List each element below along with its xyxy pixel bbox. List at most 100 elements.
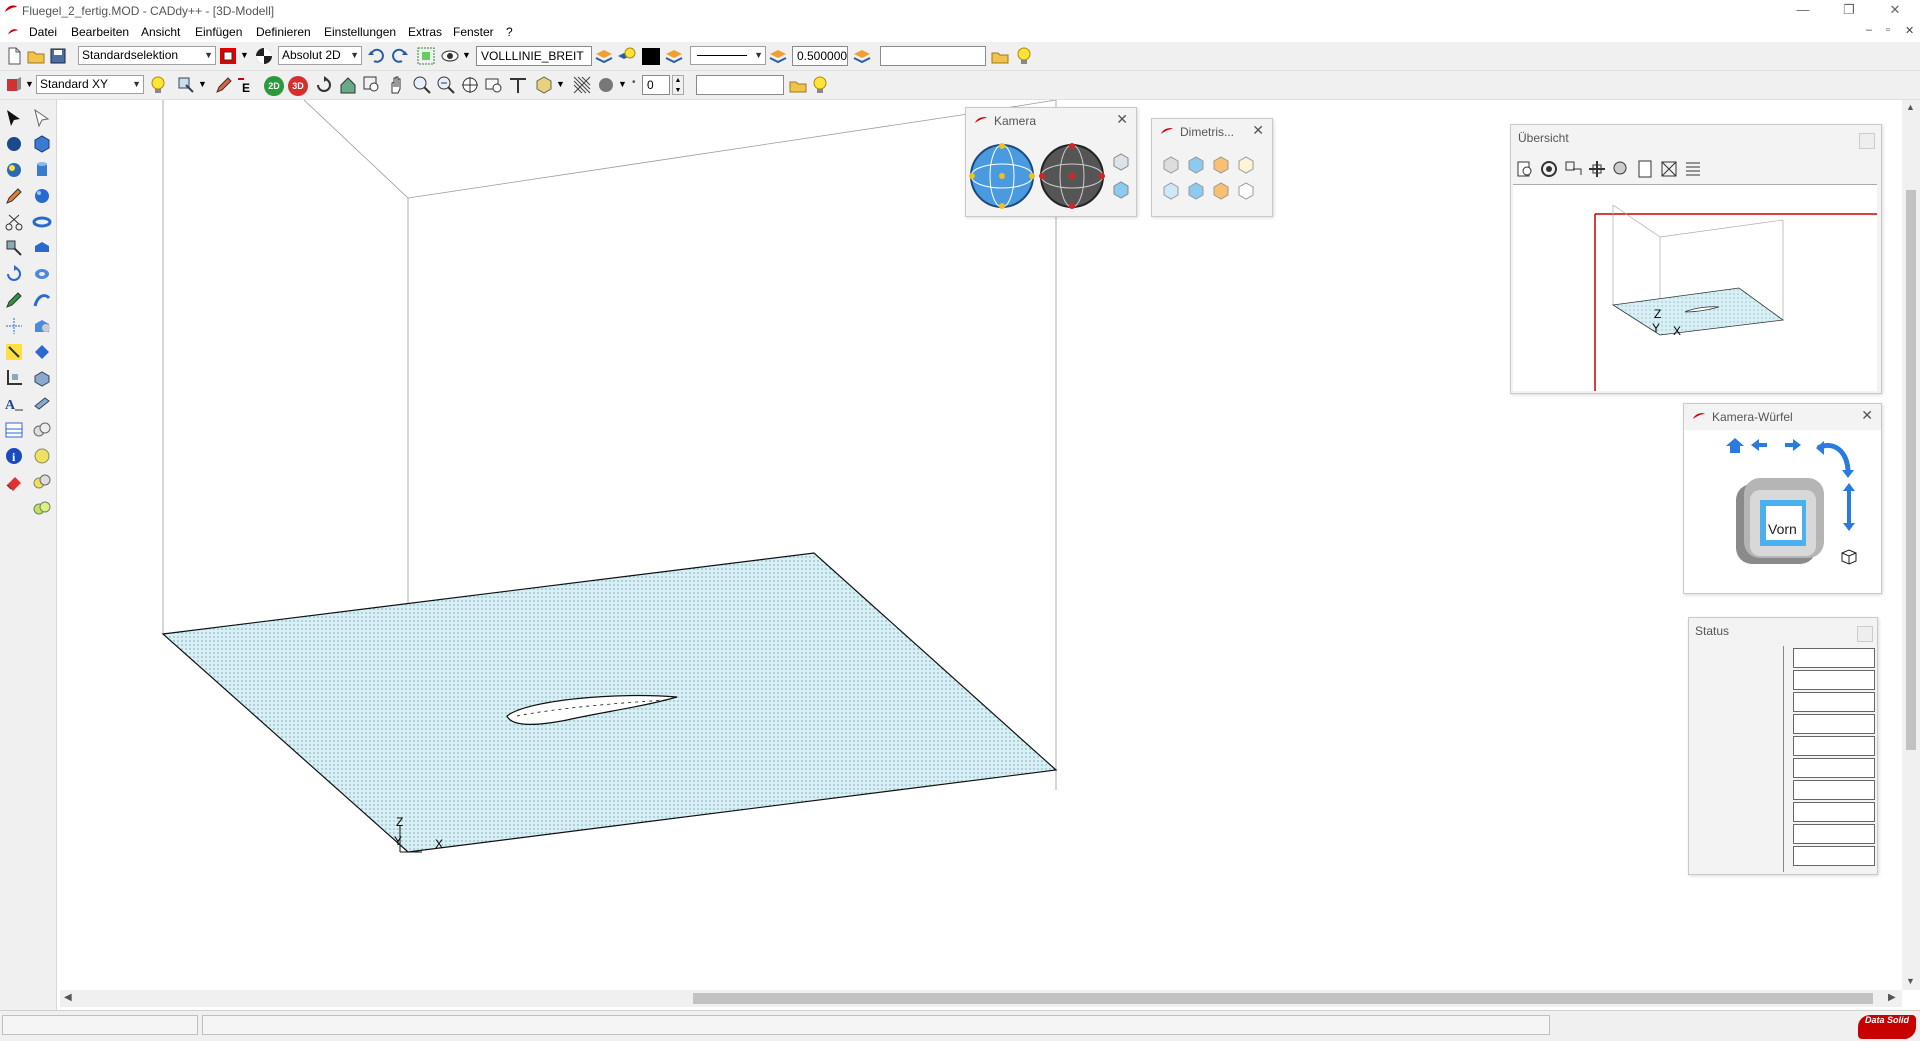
rotate-arc-icon[interactable] (1814, 438, 1854, 478)
tilt-up-down-icon[interactable] (1842, 482, 1856, 532)
grid-value-field[interactable]: 0 (642, 75, 670, 95)
layer-stack-icon[interactable] (852, 46, 872, 66)
list-settings-icon[interactable] (1683, 159, 1703, 179)
grid-select-icon[interactable] (416, 46, 436, 66)
slice-icon[interactable] (32, 394, 52, 414)
ball-icon[interactable] (32, 186, 52, 206)
view-eye-icon[interactable] (440, 46, 460, 66)
sweep-icon[interactable] (32, 290, 52, 310)
lightbulb-layer-icon[interactable] (616, 46, 636, 66)
view-cube-3-icon[interactable] (1210, 155, 1232, 175)
status-row[interactable] (1793, 758, 1875, 778)
lightbulb-icon[interactable] (810, 75, 830, 95)
layer-stack-icon[interactable] (594, 46, 614, 66)
redo-icon[interactable] (390, 46, 410, 66)
house-view-icon[interactable] (338, 75, 358, 95)
pen-green-icon[interactable] (4, 290, 24, 310)
spheres-pair-icon[interactable] (32, 472, 52, 492)
chevron-down-icon[interactable]: ▼ (462, 50, 471, 60)
chevron-down-icon[interactable]: ▼ (240, 50, 249, 60)
spheres-icon[interactable] (32, 420, 52, 440)
snap-mode-icon[interactable] (254, 46, 274, 66)
zoom-out-icon[interactable] (436, 75, 456, 95)
view-plane-select[interactable]: Standard XY ▼ (36, 75, 144, 94)
zoom-window-icon[interactable] (362, 75, 382, 95)
rotate-left-right-icon[interactable] (1750, 438, 1802, 452)
dimension-icon[interactable] (4, 316, 24, 336)
render-cube-icon[interactable] (534, 75, 554, 95)
folder-layer-icon[interactable] (990, 46, 1010, 66)
view-2d-button[interactable]: 2D (264, 76, 284, 96)
menu-datei[interactable]: Datei (29, 25, 57, 39)
lightbulb-icon[interactable] (148, 75, 168, 95)
revolve-icon[interactable] (32, 264, 52, 284)
page-icon[interactable] (1635, 159, 1655, 179)
mdi-close-button[interactable]: ✕ (1905, 24, 1914, 37)
line-style-select[interactable]: ▼ (690, 46, 766, 65)
view-cube-6-icon[interactable] (1185, 181, 1207, 201)
transform-icon[interactable] (176, 75, 196, 95)
menu-ansicht[interactable]: Ansicht (141, 25, 180, 39)
panel-close-box[interactable] (1859, 133, 1875, 149)
menu-einfuegen[interactable]: Einfügen (195, 25, 242, 39)
chevron-down-icon[interactable]: ▼ (556, 79, 565, 89)
lightbulb-icon[interactable] (1014, 46, 1034, 66)
extrude-icon[interactable] (32, 238, 52, 258)
app-menu-icon[interactable] (6, 28, 20, 36)
measure-icon[interactable] (508, 75, 528, 95)
chevron-down-icon[interactable]: ▼ (618, 79, 627, 89)
pencil-icon[interactable] (214, 75, 234, 95)
view-cube-8-icon[interactable] (1235, 181, 1257, 201)
zoom-icon[interactable] (1611, 159, 1631, 179)
close-icon[interactable]: ✕ (1861, 407, 1873, 424)
select-arrow-outline-icon[interactable] (32, 108, 52, 128)
overview-viewport[interactable]: Z Y X (1513, 184, 1879, 391)
open-folder-icon[interactable] (26, 46, 46, 66)
status-row[interactable] (1793, 824, 1875, 844)
view-plane-icon[interactable] (4, 75, 24, 95)
globe-tool-icon[interactable] (4, 160, 24, 180)
status-row[interactable] (1793, 780, 1875, 800)
move-view-icon[interactable] (1563, 159, 1583, 179)
rotate-view-icon[interactable] (314, 75, 334, 95)
hatch-tool-icon[interactable] (4, 420, 24, 440)
vertical-scroll-thumb[interactable] (1906, 190, 1916, 750)
zoom-in-icon[interactable] (412, 75, 432, 95)
extra-input-field[interactable] (696, 75, 784, 95)
view-cube-5-icon[interactable] (1160, 181, 1182, 201)
layer-stack-icon[interactable] (768, 46, 788, 66)
small-cube-blue-icon[interactable] (1110, 180, 1132, 200)
center-view-icon[interactable] (1587, 159, 1607, 179)
eraser-icon[interactable] (4, 472, 24, 492)
line-type-field[interactable]: VOLLLINIE_BREIT (476, 46, 592, 66)
view-cube-7-icon[interactable] (1210, 181, 1232, 201)
scroll-up-icon[interactable]: ▲ (1906, 102, 1915, 112)
boolean-icon[interactable] (32, 316, 52, 336)
minimize-button[interactable]: — (1780, 0, 1826, 22)
status-row[interactable] (1793, 714, 1875, 734)
view-cube-2-icon[interactable] (1185, 155, 1207, 175)
restore-button[interactable]: ❐ (1826, 0, 1872, 22)
rotate-tool-icon[interactable] (4, 264, 24, 284)
multi-tool-icon[interactable] (4, 238, 24, 258)
view-cube-1-icon[interactable] (1160, 155, 1182, 175)
chamfer-icon[interactable] (32, 342, 52, 362)
scroll-left-icon[interactable]: ◀ (64, 992, 72, 1003)
small-cube-icon[interactable] (1110, 152, 1132, 172)
layer-field[interactable] (880, 46, 986, 66)
layer-stack-icon[interactable] (664, 46, 684, 66)
zoom-window-icon[interactable] (1515, 159, 1535, 179)
spinner[interactable]: ▲ ▼ (672, 75, 684, 95)
refresh-view-icon[interactable] (1539, 159, 1559, 179)
panel-close-box[interactable] (1857, 626, 1873, 642)
torus-icon[interactable] (32, 212, 52, 232)
chevron-down-icon[interactable]: ▼ (25, 79, 34, 89)
edit-e-icon[interactable]: E (236, 75, 256, 95)
status-row[interactable] (1793, 670, 1875, 690)
undo-icon[interactable] (366, 46, 386, 66)
draw-pen-icon[interactable] (4, 186, 24, 206)
new-file-icon[interactable] (4, 46, 24, 66)
cut-tool-icon[interactable] (4, 212, 24, 232)
snap-point-icon[interactable] (4, 342, 24, 362)
status-row[interactable] (1793, 692, 1875, 712)
